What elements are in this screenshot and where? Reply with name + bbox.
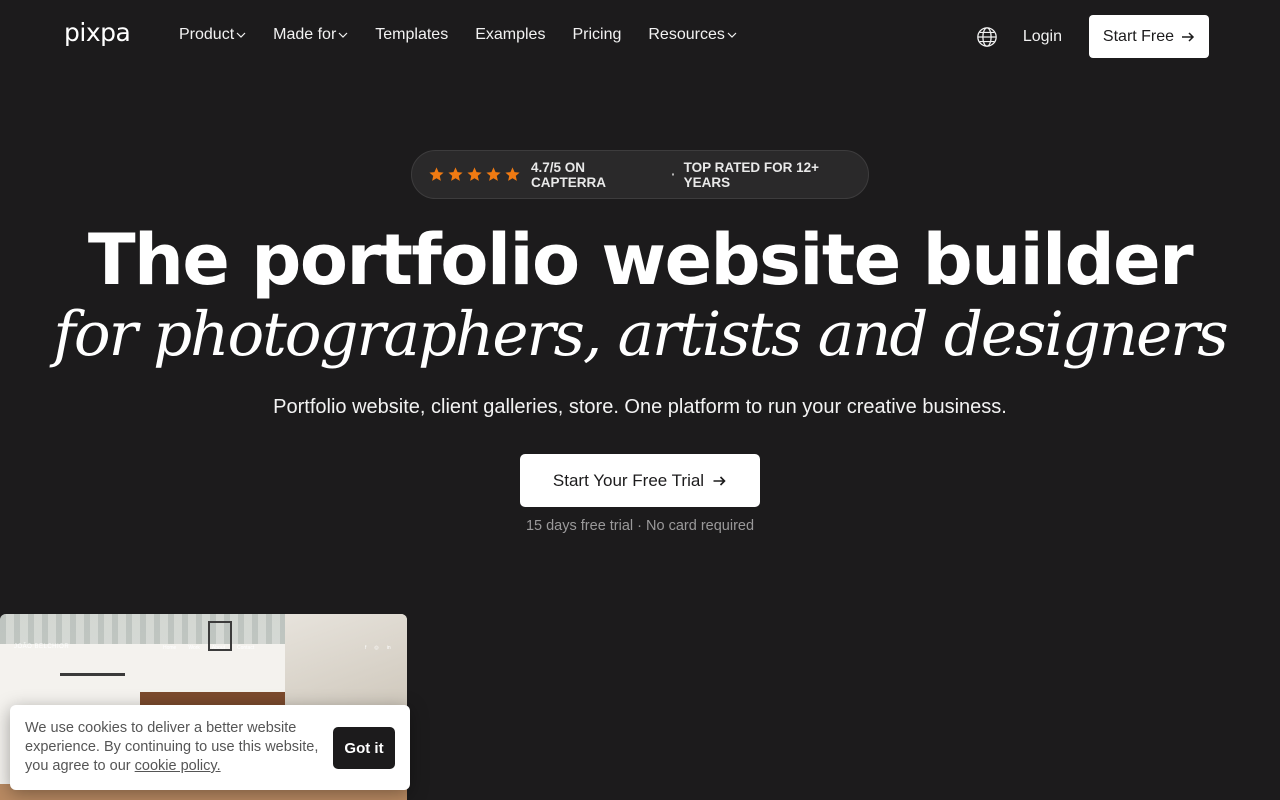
- badge-tagline: TOP RATED FOR 12+ YEARS: [683, 159, 819, 190]
- badge-separator: ·: [671, 167, 676, 182]
- star-icon: [486, 167, 501, 181]
- nav-item-label: Product: [179, 26, 235, 43]
- cookie-policy-link[interactable]: cookie policy.: [135, 758, 221, 774]
- nav-links: Product Made for Templates Examples Pric…: [179, 26, 737, 44]
- trial-note: 15 days free trial · No card required: [525, 518, 755, 534]
- preview-menu-item: Work: [188, 645, 200, 651]
- hero-title: The portfolio website builder: [87, 219, 1194, 301]
- chevron-down-icon: [338, 32, 348, 38]
- nav-item-made-for[interactable]: Made for: [273, 26, 348, 44]
- preview-site-menu: Home Work About Contact: [163, 645, 254, 651]
- rating-badge: 4.7/5 ON CAPTERRA · TOP RATED FOR 12+ YE…: [411, 150, 869, 199]
- arrow-right-icon: [1182, 31, 1195, 42]
- preview-menu-item: Contact: [237, 645, 255, 651]
- nav-item-pricing[interactable]: Pricing: [572, 26, 621, 44]
- nav-item-label: Made for: [273, 26, 337, 43]
- cookie-banner: We use cookies to deliver a better websi…: [10, 705, 410, 790]
- preview-menu-item: Home: [163, 645, 177, 651]
- nav-item-label: Templates: [375, 26, 449, 43]
- got-it-button[interactable]: Got it: [333, 727, 395, 769]
- chevron-down-icon: [236, 32, 246, 38]
- nav-item-label: Pricing: [572, 26, 622, 43]
- instagram-icon: ◎: [374, 645, 379, 651]
- preview-social-icons: f ◎ in: [365, 645, 391, 651]
- arrow-right-icon: [713, 475, 726, 486]
- nav-right: Login Start Free: [976, 15, 1209, 58]
- rating-text: 4.7/5 ON CAPTERRA: [531, 159, 607, 190]
- facebook-icon: f: [365, 645, 367, 651]
- nav-item-examples[interactable]: Examples: [475, 26, 545, 44]
- star-rating: [428, 166, 521, 183]
- nav-item-label: Examples: [475, 26, 546, 43]
- top-navigation: pixpa Product Made for Templates Example…: [0, 0, 1280, 72]
- star-icon: [429, 167, 444, 181]
- hero-description: Portfolio website, client galleries, sto…: [273, 396, 1007, 418]
- star-icon: [505, 167, 520, 181]
- start-free-label: Start Free: [1102, 27, 1175, 45]
- nav-item-label: Resources: [648, 26, 725, 43]
- star-icon: [467, 167, 482, 181]
- linkedin-icon: in: [386, 645, 391, 651]
- nav-item-product[interactable]: Product: [179, 26, 246, 44]
- pixpa-logo[interactable]: pixpa: [64, 18, 131, 47]
- start-free-button[interactable]: Start Free: [1089, 15, 1209, 58]
- globe-icon[interactable]: [976, 26, 998, 48]
- login-link[interactable]: Login: [1023, 28, 1062, 46]
- preview-menu-item: About: [211, 645, 225, 651]
- star-icon: [448, 167, 463, 181]
- nav-item-templates[interactable]: Templates: [375, 26, 448, 44]
- preview-site-name: JOÃO BELCHIOR: [14, 644, 70, 650]
- nav-item-resources[interactable]: Resources: [648, 26, 737, 44]
- start-free-trial-button[interactable]: Start Your Free Trial: [520, 454, 760, 507]
- chevron-down-icon: [727, 32, 737, 38]
- cta-label: Start Your Free Trial: [552, 470, 705, 490]
- cookie-message: We use cookies to deliver a better websi…: [25, 719, 330, 776]
- preview-ledge: [60, 673, 125, 676]
- hero-subtitle: for photographers, artists and designers: [53, 299, 1228, 370]
